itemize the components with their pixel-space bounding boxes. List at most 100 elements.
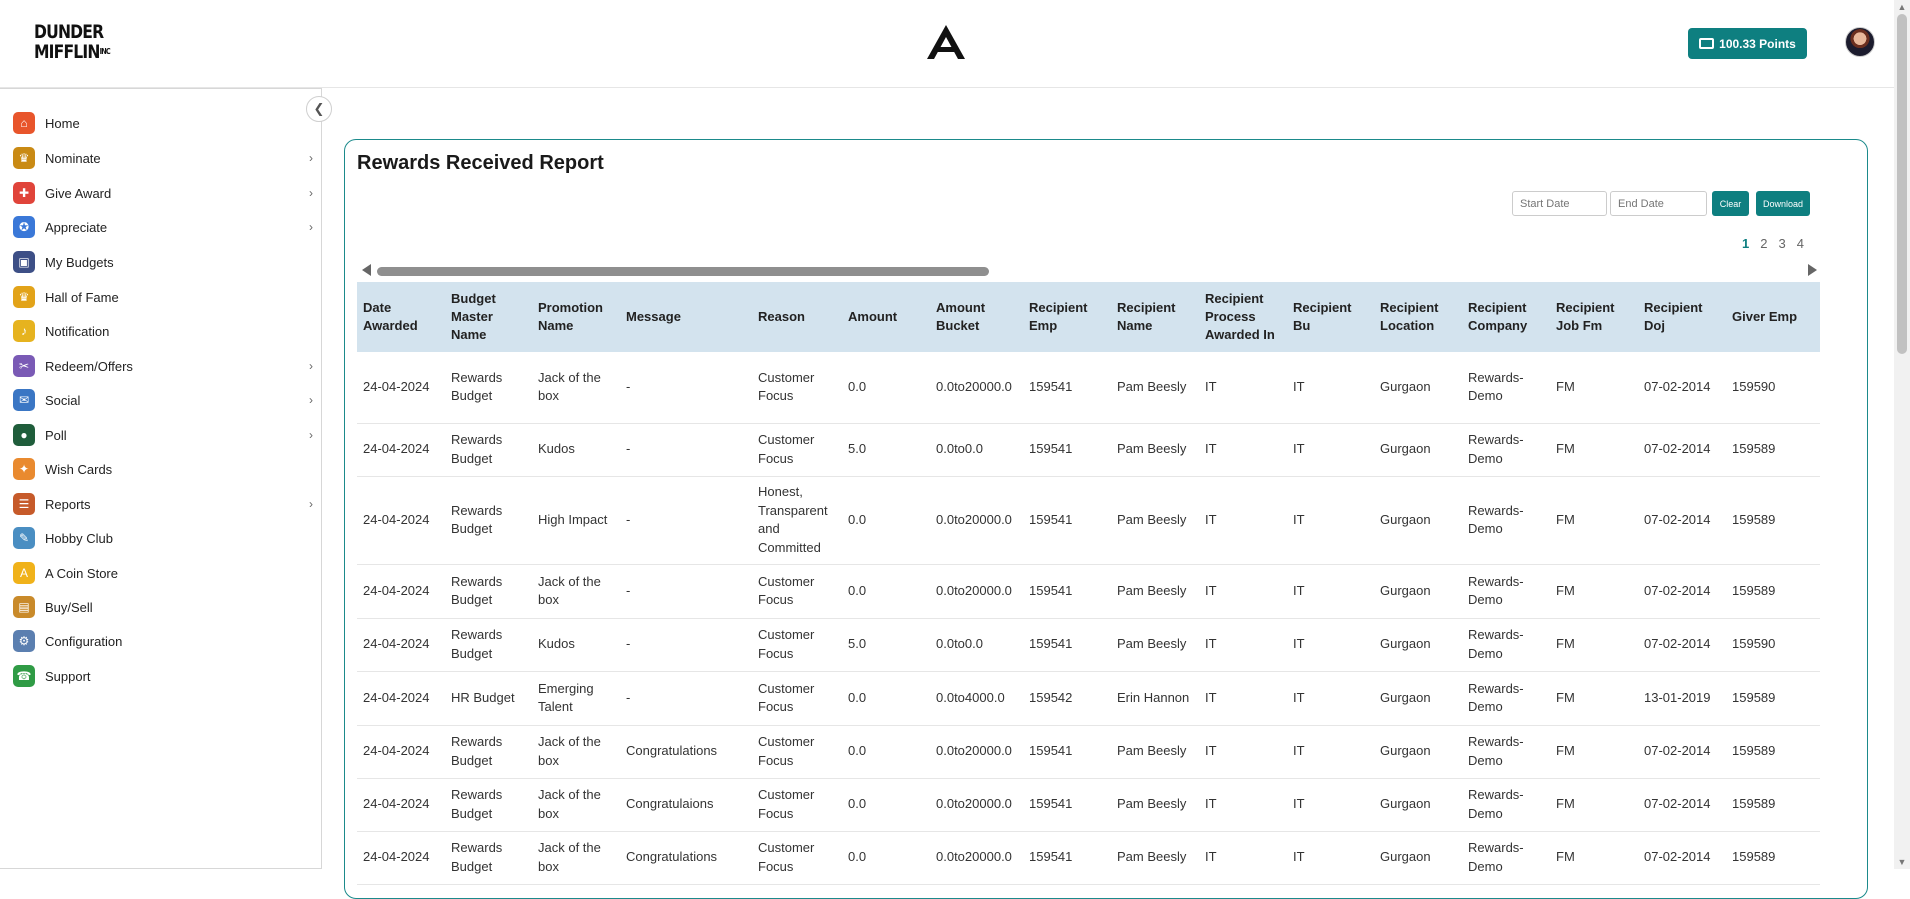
phone-icon: ☎ bbox=[13, 665, 35, 687]
horizontal-scrollbar[interactable] bbox=[357, 264, 1817, 278]
scroll-right-icon[interactable] bbox=[1808, 264, 1817, 276]
table-cell: IT bbox=[1287, 423, 1374, 477]
table-cell: Rewards Budget bbox=[445, 352, 532, 424]
sidebar-item-social[interactable]: ✉ Social › bbox=[13, 386, 313, 414]
table-row[interactable]: 24-04-2024 Rewards Budget Jack of the box C… bbox=[357, 778, 1820, 832]
chevron-right-icon: › bbox=[309, 497, 313, 511]
table-row[interactable]: 24-04-2024 Rewards Budget Jack of the box -… bbox=[357, 564, 1820, 619]
chevron-right-icon: › bbox=[309, 359, 313, 373]
table-cell: Jack of the box bbox=[532, 778, 620, 832]
table-cell: Customer Focus bbox=[752, 831, 842, 885]
table-cell: 07-02-2014 bbox=[1638, 725, 1726, 779]
sidebar-item-redeem-offers[interactable]: ✂ Redeem/Offers › bbox=[13, 352, 313, 380]
table-cell: FM bbox=[1550, 831, 1638, 885]
page-scroll-thumb[interactable] bbox=[1897, 14, 1907, 354]
sidebar-item-reports[interactable]: ☰ Reports › bbox=[13, 490, 313, 518]
table-header-row: Date Awarded Budget Master Name Promotion … bbox=[357, 282, 1820, 352]
table-cell: Customer Focus bbox=[752, 725, 842, 779]
table-row[interactable]: 24-04-2024 Rewards Budget Jack of the box -… bbox=[357, 352, 1820, 424]
sidebar-item-poll[interactable]: ● Poll › bbox=[13, 421, 313, 449]
table-cell: Customer Focus bbox=[752, 423, 842, 477]
page-link-1[interactable]: 1 bbox=[1742, 236, 1749, 251]
table-cell: Pam Beesly bbox=[1111, 778, 1199, 832]
page-link-4[interactable]: 4 bbox=[1797, 236, 1804, 251]
pagination: 1234 bbox=[1742, 236, 1804, 251]
table-cell: Jack of the box bbox=[532, 352, 620, 424]
table-cell: D V bbox=[1814, 564, 1820, 619]
sidebar-item-buy-sell[interactable]: ▤ Buy/Sell bbox=[13, 593, 313, 621]
table-row[interactable]: 24-04-2024 Rewards Budget Kudos - Customer F… bbox=[357, 423, 1820, 477]
sidebar-item-hall-of-fame[interactable]: ♛ Hall of Fame bbox=[13, 283, 313, 311]
sidebar-item-my-budgets[interactable]: ▣ My Budgets bbox=[13, 248, 313, 276]
sidebar-item-label: Give Award bbox=[45, 185, 112, 201]
sidebar-item-label: Wish Cards bbox=[45, 461, 113, 477]
hobby-icon: ✎ bbox=[13, 527, 35, 549]
table-cell: Gurgaon bbox=[1374, 778, 1462, 832]
table-row[interactable]: 24-04-2024 Rewards Budget High Impact - Hone… bbox=[357, 476, 1820, 565]
sidebar-item-label: Notification bbox=[45, 323, 110, 339]
table-cell: 159541 bbox=[1023, 725, 1111, 779]
table-cell: IT bbox=[1287, 564, 1374, 619]
scroll-left-icon[interactable] bbox=[362, 264, 371, 276]
sidebar-item-home[interactable]: ⌂ Home bbox=[13, 109, 313, 137]
table-cell: IT bbox=[1199, 725, 1287, 779]
table-cell: 0.0to20000.0 bbox=[930, 476, 1023, 565]
sidebar-item-appreciate[interactable]: ✪ Appreciate › bbox=[13, 213, 313, 241]
table-row[interactable]: 24-04-2024 Rewards Budget Kudos - Customer F… bbox=[357, 618, 1820, 672]
table-cell: 159589 bbox=[1726, 423, 1814, 477]
table-row[interactable]: 24-04-2024 Rewards Budget Jack of the box C… bbox=[357, 831, 1820, 885]
table-cell: Rewards Budget bbox=[445, 618, 532, 672]
sidebar-item-wish-cards[interactable]: ✦ Wish Cards bbox=[13, 455, 313, 483]
table-cell: Rewards-Demo bbox=[1462, 423, 1550, 477]
table-cell: 07-02-2014 bbox=[1638, 831, 1726, 885]
logo-inc: INC bbox=[99, 47, 111, 56]
chevron-right-icon: › bbox=[309, 186, 313, 200]
sidebar-item-support[interactable]: ☎ Support bbox=[13, 662, 313, 690]
points-button[interactable]: 100.33 Points bbox=[1688, 28, 1807, 59]
table-cell: 159541 bbox=[1023, 423, 1111, 477]
sidebar-item-notification[interactable]: ♪ Notification bbox=[13, 317, 313, 345]
column-header: Reason bbox=[752, 282, 842, 352]
table-cell: Rewards-Demo bbox=[1462, 618, 1550, 672]
horizontal-scroll-thumb[interactable] bbox=[377, 267, 989, 276]
download-button[interactable]: Download bbox=[1756, 191, 1810, 216]
table-cell: Rewards-Demo bbox=[1462, 778, 1550, 832]
table-cell: IT bbox=[1287, 476, 1374, 565]
company-logo[interactable]: DUNDER MIFFLININC bbox=[34, 22, 111, 62]
table-cell: Gurgaon bbox=[1374, 476, 1462, 565]
page-link-2[interactable]: 2 bbox=[1760, 236, 1767, 251]
table-cell: 159541 bbox=[1023, 618, 1111, 672]
collapse-sidebar-button[interactable]: ❮ bbox=[306, 96, 332, 122]
column-header: Recipient Emp bbox=[1023, 282, 1111, 352]
end-date-input[interactable] bbox=[1610, 191, 1707, 216]
table-cell: Kudos bbox=[532, 423, 620, 477]
clear-button[interactable]: Clear bbox=[1712, 191, 1749, 216]
sidebar-item-configuration[interactable]: ⚙ Configuration bbox=[13, 627, 313, 655]
table-cell: Rewards-Demo bbox=[1462, 352, 1550, 424]
sidebar-item-nominate[interactable]: ♛ Nominate › bbox=[13, 144, 313, 172]
table-cell: 159589 bbox=[1726, 725, 1814, 779]
table-cell: FM bbox=[1550, 476, 1638, 565]
table-cell: High Impact bbox=[532, 476, 620, 565]
column-header: Recipient Company bbox=[1462, 282, 1550, 352]
sidebar-item-give-award[interactable]: ✚ Give Award › bbox=[13, 179, 313, 207]
scroll-down-icon[interactable]: ▼ bbox=[1897, 857, 1907, 867]
table-cell: Pam Beesly bbox=[1111, 831, 1199, 885]
table-cell: IT bbox=[1287, 831, 1374, 885]
points-label: 100.33 Points bbox=[1719, 36, 1796, 51]
table-row[interactable]: 24-04-2024 Rewards Budget Jack of the box C… bbox=[357, 725, 1820, 779]
table-cell: 159590 bbox=[1726, 352, 1814, 424]
page-scrollbar[interactable]: ▲ ▼ bbox=[1894, 0, 1910, 869]
sidebar-item-label: Redeem/Offers bbox=[45, 358, 133, 374]
table-row[interactable]: 24-04-2024 HR Budget Emerging Talent - Custo… bbox=[357, 671, 1820, 726]
start-date-input[interactable] bbox=[1512, 191, 1607, 216]
page-link-3[interactable]: 3 bbox=[1778, 236, 1785, 251]
sidebar-item-hobby-club[interactable]: ✎ Hobby Club bbox=[13, 524, 313, 552]
sidebar-item-a-coin-store[interactable]: A A Coin Store bbox=[13, 559, 313, 587]
table-cell: Emerging Talent bbox=[532, 671, 620, 726]
table-cell: 0.0to20000.0 bbox=[930, 778, 1023, 832]
column-header: Amount Bucket bbox=[930, 282, 1023, 352]
scroll-up-icon[interactable]: ▲ bbox=[1897, 2, 1907, 12]
table-cell: Pam Beesly bbox=[1111, 618, 1199, 672]
avatar[interactable] bbox=[1845, 27, 1875, 57]
